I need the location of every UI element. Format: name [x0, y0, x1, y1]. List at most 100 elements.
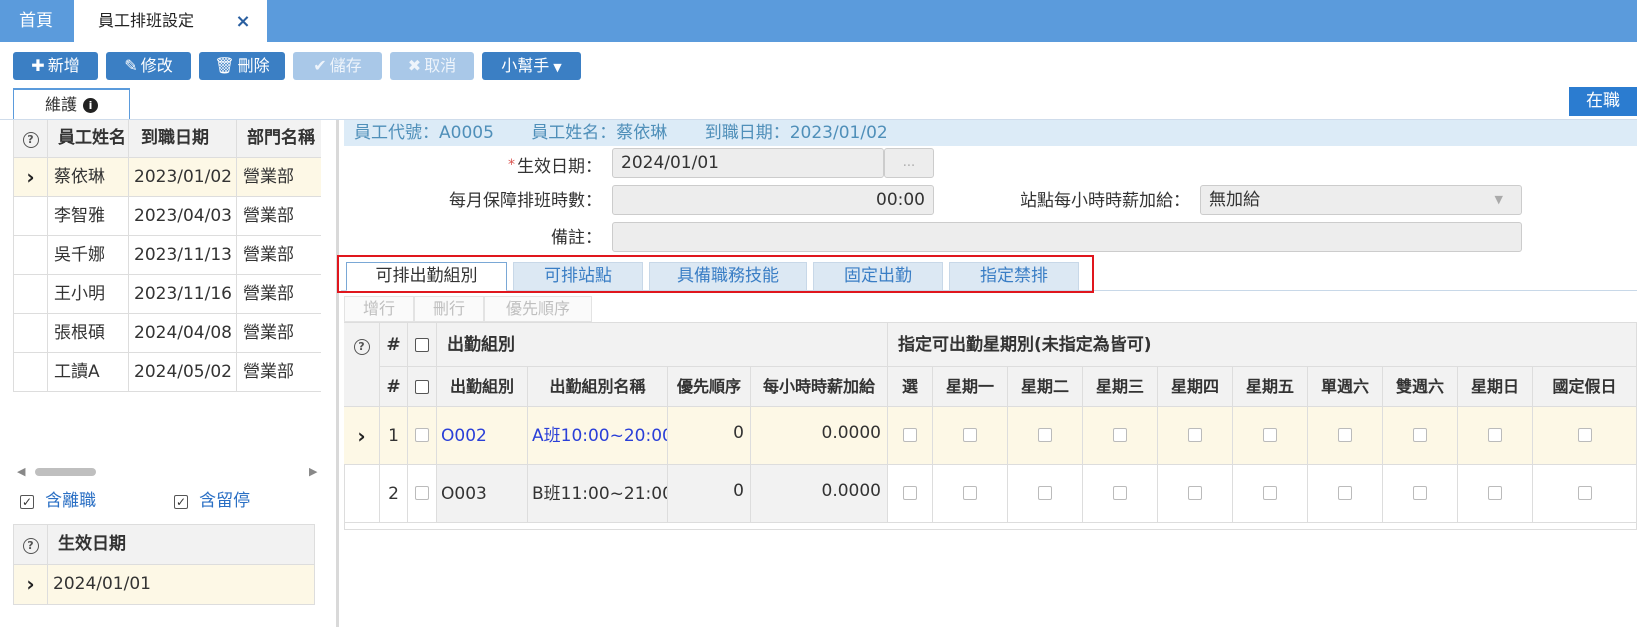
header-fri[interactable]: 星期五	[1233, 367, 1308, 407]
horizontal-scrollbar[interactable]: ◀ ▶	[13, 465, 321, 479]
delete-row-button[interactable]: 刪行	[414, 296, 484, 322]
header-select-all[interactable]	[408, 367, 437, 407]
help-header[interactable]: ?	[13, 120, 48, 158]
weekday-checkbox[interactable]	[1338, 486, 1352, 500]
header-priority[interactable]: 優先順序	[668, 367, 751, 407]
cell-shift-group-name[interactable]: B班11:00~21:00	[528, 465, 668, 523]
cell-weekday-flag[interactable]	[888, 407, 933, 465]
cell-emp-name[interactable]: 張根碩	[48, 314, 129, 353]
include-resigned-checkbox[interactable]	[20, 494, 34, 509]
close-icon[interactable]: ×	[233, 12, 253, 32]
cancel-button[interactable]: ✖ 取消	[390, 52, 474, 80]
header-shift-group-name[interactable]: 出勤組別名稱	[528, 367, 668, 407]
cell-hire-date[interactable]: 2023/04/03	[129, 197, 237, 236]
weekday-checkbox[interactable]	[903, 428, 917, 442]
cell-hire-date[interactable]: 2023/01/02	[129, 158, 237, 197]
cell-hire-date[interactable]: 2023/11/16	[129, 275, 237, 314]
cell-weekday-flag[interactable]	[1008, 465, 1083, 523]
cell-row-select[interactable]	[408, 465, 437, 523]
station-bonus-select[interactable]: 無加給 ▼	[1200, 185, 1522, 215]
priority-order-button[interactable]: 優先順序	[484, 296, 592, 322]
header-effective-date[interactable]: 生效日期	[48, 524, 315, 565]
weekday-checkbox[interactable]	[1188, 486, 1202, 500]
header-mon[interactable]: 星期一	[933, 367, 1008, 407]
header-hourly-bonus[interactable]: 每小時時薪加給	[751, 367, 888, 407]
cell-weekday-flag[interactable]	[1533, 407, 1637, 465]
cell-effective-date[interactable]: 2024/01/01	[48, 565, 315, 605]
weekday-checkbox[interactable]	[1488, 428, 1502, 442]
cell-weekday-flag[interactable]	[933, 407, 1008, 465]
weekday-checkbox[interactable]	[1113, 428, 1127, 442]
cell-hourly-bonus[interactable]: 0.0000	[751, 407, 888, 465]
tab-maintain[interactable]: 維護 i	[13, 88, 130, 120]
cell-weekday-flag[interactable]	[1308, 465, 1383, 523]
cell-weekday-flag[interactable]	[1008, 407, 1083, 465]
select-all-checkbox[interactable]	[415, 380, 429, 394]
header-holiday[interactable]: 國定假日	[1533, 367, 1637, 407]
weekday-checkbox[interactable]	[1338, 428, 1352, 442]
header-odd-sat[interactable]: 單週六	[1308, 367, 1383, 407]
header-tue[interactable]: 星期二	[1008, 367, 1083, 407]
filter-include-suspended[interactable]: 含留停	[174, 490, 250, 512]
cell-dept[interactable]: 營業部	[237, 236, 321, 275]
panel-splitter[interactable]	[336, 120, 339, 627]
weekday-checkbox[interactable]	[1488, 486, 1502, 500]
helper-dropdown-button[interactable]: 小幫手 ▼	[482, 52, 581, 80]
weekday-checkbox[interactable]	[1263, 486, 1277, 500]
tab-home[interactable]: 首頁	[0, 0, 72, 42]
cell-emp-name[interactable]: 工讀A	[48, 353, 129, 392]
cell-weekday-flag[interactable]	[1308, 407, 1383, 465]
cell-weekday-flag[interactable]	[888, 465, 933, 523]
header-shift-group[interactable]: 出勤組別	[437, 367, 528, 407]
weekday-checkbox[interactable]	[1577, 486, 1592, 500]
cell-weekday-flag[interactable]	[1158, 407, 1233, 465]
cell-weekday-flag[interactable]	[1458, 407, 1533, 465]
cell-shift-group[interactable]: O003	[437, 465, 528, 523]
cell-weekday-flag[interactable]	[1383, 465, 1458, 523]
cell-weekday-flag[interactable]	[1458, 465, 1533, 523]
cell-weekday-flag[interactable]	[1233, 407, 1308, 465]
cell-weekday-flag[interactable]	[1158, 465, 1233, 523]
date-picker-button[interactable]: ...	[884, 148, 934, 178]
scroll-right-icon[interactable]: ▶	[309, 465, 317, 479]
weekday-checkbox[interactable]	[1188, 428, 1202, 442]
cell-emp-name[interactable]: 王小明	[48, 275, 129, 314]
row-checkbox[interactable]	[415, 428, 429, 442]
monthly-hours-input[interactable]: 00:00	[612, 185, 934, 215]
header-sun[interactable]: 星期日	[1458, 367, 1533, 407]
weekday-checkbox[interactable]	[1413, 428, 1427, 442]
cell-emp-name[interactable]: 蔡依琳	[48, 158, 129, 197]
weekday-checkbox[interactable]	[963, 428, 977, 442]
cell-dept[interactable]: 營業部	[237, 197, 321, 236]
remark-input[interactable]	[612, 222, 1522, 252]
cell-dept[interactable]: 營業部	[237, 314, 321, 353]
weekday-checkbox[interactable]	[903, 486, 917, 500]
weekday-checkbox[interactable]	[1113, 486, 1127, 500]
weekday-checkbox[interactable]	[1038, 486, 1052, 500]
cell-weekday-flag[interactable]	[1533, 465, 1637, 523]
cell-weekday-flag[interactable]	[1083, 407, 1158, 465]
weekday-checkbox[interactable]	[1413, 486, 1427, 500]
weekday-checkbox[interactable]	[1577, 428, 1592, 442]
header-even-sat[interactable]: 雙週六	[1383, 367, 1458, 407]
cell-shift-group[interactable]: O002	[437, 407, 528, 465]
cell-weekday-flag[interactable]	[1083, 465, 1158, 523]
cell-hourly-bonus[interactable]: 0.0000	[751, 465, 888, 523]
cell-emp-name[interactable]: 李智雅	[48, 197, 129, 236]
cell-shift-group-name[interactable]: A班10:00~20:00	[528, 407, 668, 465]
filter-include-resigned[interactable]: 含離職	[20, 490, 96, 512]
header-wed[interactable]: 星期三	[1083, 367, 1158, 407]
weekday-checkbox[interactable]	[963, 486, 977, 500]
include-suspended-checkbox[interactable]	[174, 494, 188, 509]
edit-button[interactable]: ✎ 修改	[106, 52, 191, 80]
cell-weekday-flag[interactable]	[933, 465, 1008, 523]
cell-hire-date[interactable]: 2024/04/08	[129, 314, 237, 353]
row-checkbox[interactable]	[415, 486, 429, 500]
cell-hire-date[interactable]: 2024/05/02	[129, 353, 237, 392]
header-dept-name[interactable]: 部門名稱	[237, 120, 321, 158]
cell-emp-name[interactable]: 吳千娜	[48, 236, 129, 275]
add-row-button[interactable]: 增行	[344, 296, 414, 322]
cell-dept[interactable]: 營業部	[237, 158, 321, 197]
cell-dept[interactable]: 營業部	[237, 275, 321, 314]
cell-priority[interactable]: 0	[668, 407, 751, 465]
